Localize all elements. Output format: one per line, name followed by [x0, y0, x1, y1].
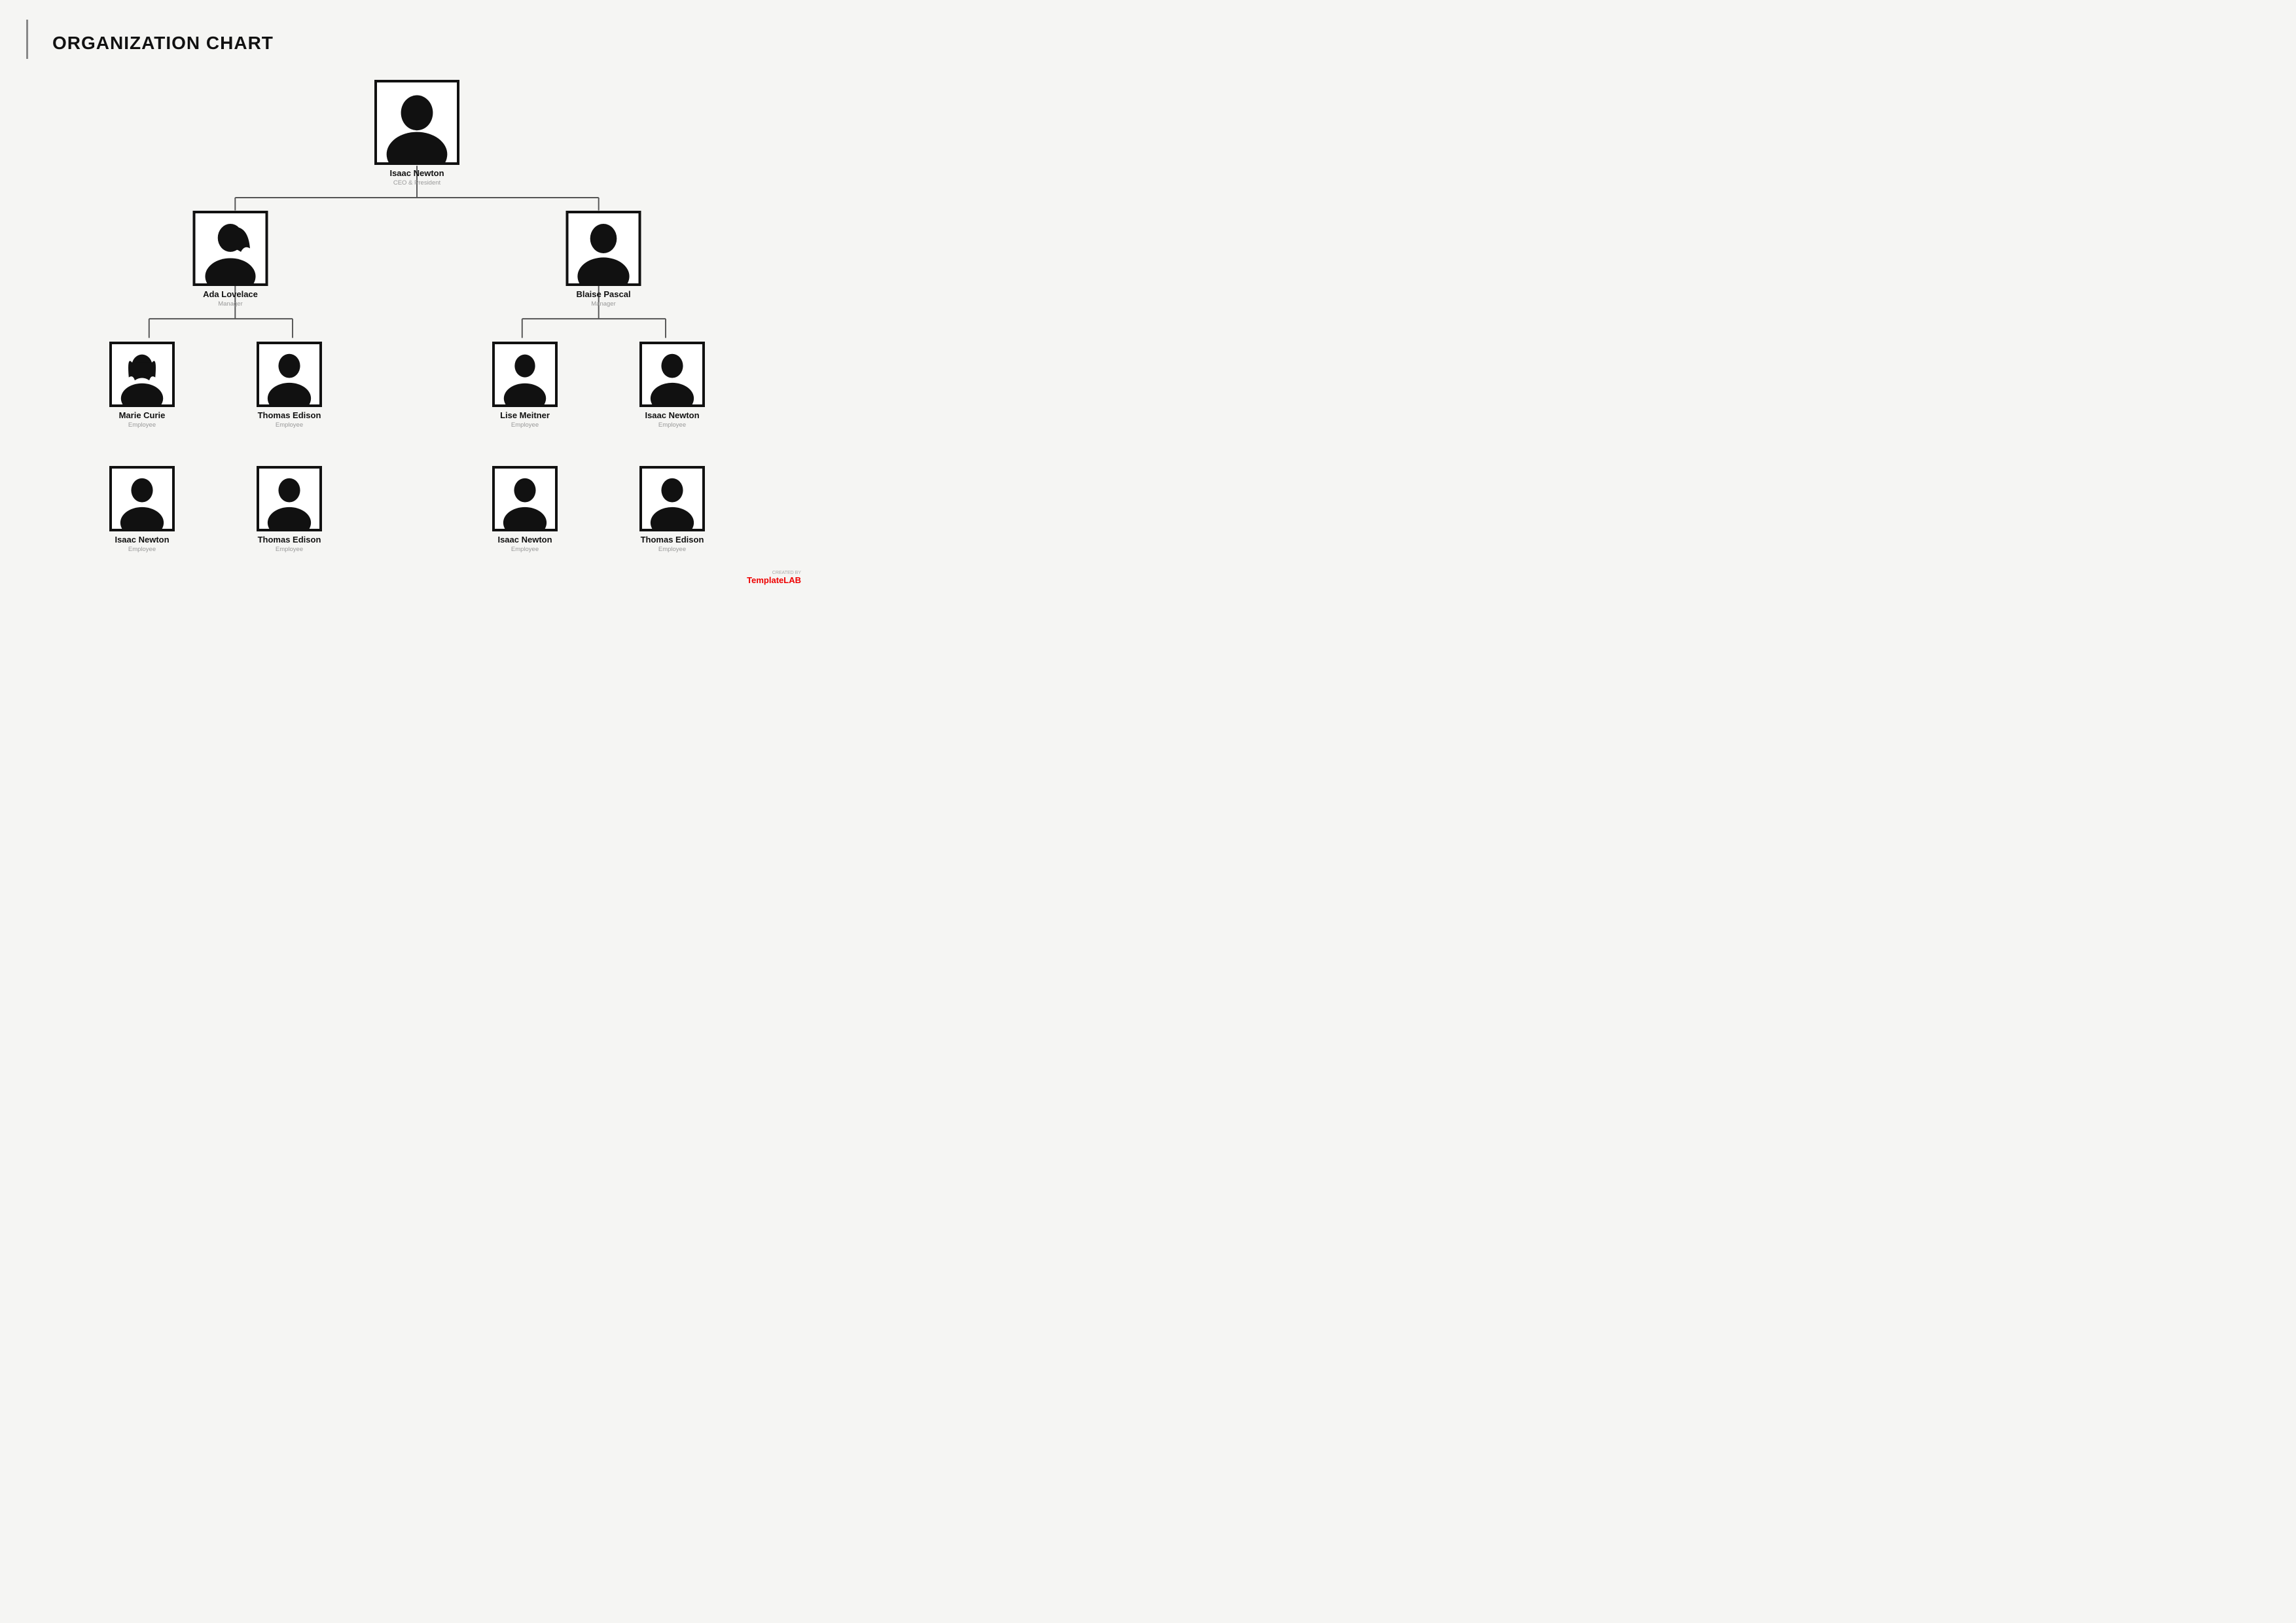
- avatar-emp5: [109, 466, 175, 531]
- role-ceo: CEO & President: [389, 179, 444, 187]
- role-emp4: Employee: [645, 421, 699, 429]
- label-emp3: Lise Meitner Employee: [500, 410, 550, 429]
- node-emp1: Marie Curie Employee: [109, 342, 175, 429]
- avatar-icon-emp8: [642, 469, 702, 529]
- role-manager2: Manager: [576, 300, 630, 308]
- avatar-emp6: [257, 466, 322, 531]
- page-title: ORGANIZATION CHART: [52, 33, 795, 54]
- name-manager2: Blaise Pascal: [576, 289, 630, 300]
- avatar-emp2: [257, 342, 322, 407]
- name-ceo: Isaac Newton: [389, 168, 444, 179]
- name-emp8: Thomas Edison: [641, 535, 704, 545]
- node-manager1: Ada Lovelace Manager: [193, 211, 268, 308]
- avatar-icon-ceo: [377, 82, 457, 162]
- label-emp4: Isaac Newton Employee: [645, 410, 699, 429]
- avatar-manager1: [193, 211, 268, 286]
- role-emp5: Employee: [115, 546, 169, 553]
- avatar-ceo: [374, 80, 459, 165]
- role-emp7: Employee: [497, 546, 552, 553]
- watermark-brand: TemplateLAB: [747, 578, 801, 584]
- name-emp4: Isaac Newton: [645, 410, 699, 421]
- label-emp2: Thomas Edison Employee: [258, 410, 321, 429]
- avatar-emp1: [109, 342, 175, 407]
- label-manager2: Blaise Pascal Manager: [576, 289, 630, 308]
- avatar-icon-emp4: [642, 344, 702, 404]
- nodes-layer: Isaac Newton CEO & President Ada Lo: [44, 73, 790, 571]
- avatar-emp7: [492, 466, 558, 531]
- node-emp2: Thomas Edison Employee: [257, 342, 322, 429]
- label-emp8: Thomas Edison Employee: [641, 535, 704, 553]
- avatar-icon-emp5: [112, 469, 172, 529]
- label-manager1: Ada Lovelace Manager: [203, 289, 258, 308]
- avatar-icon-emp1: [112, 344, 172, 404]
- watermark-created-by: CREATED BY: [747, 571, 801, 575]
- node-ceo: Isaac Newton CEO & President: [374, 80, 459, 187]
- name-emp6: Thomas Edison: [258, 535, 321, 545]
- avatar-icon-emp2: [259, 344, 319, 404]
- avatar-emp3: [492, 342, 558, 407]
- avatar-icon-manager2: [569, 213, 639, 283]
- role-emp1: Employee: [119, 421, 166, 429]
- watermark-brand-text: TemplateLAB: [747, 575, 801, 585]
- role-manager1: Manager: [203, 300, 258, 308]
- label-emp7: Isaac Newton Employee: [497, 535, 552, 553]
- label-emp6: Thomas Edison Employee: [258, 535, 321, 553]
- role-emp3: Employee: [500, 421, 550, 429]
- avatar-manager2: [566, 211, 641, 286]
- node-emp6: Thomas Edison Employee: [257, 466, 322, 553]
- org-chart: Isaac Newton CEO & President Ada Lo: [44, 73, 790, 571]
- role-emp6: Employee: [258, 546, 321, 553]
- node-emp5: Isaac Newton Employee: [109, 466, 175, 553]
- left-border-accent: [26, 20, 28, 59]
- avatar-icon-emp6: [259, 469, 319, 529]
- avatar-emp4: [639, 342, 705, 407]
- node-manager2: Blaise Pascal Manager: [566, 211, 641, 308]
- avatar-icon-emp7: [495, 469, 555, 529]
- label-emp5: Isaac Newton Employee: [115, 535, 169, 553]
- avatar-emp8: [639, 466, 705, 531]
- node-emp8: Thomas Edison Employee: [639, 466, 705, 553]
- role-emp8: Employee: [641, 546, 704, 553]
- page: ORGANIZATION CHART: [0, 0, 821, 597]
- avatar-icon-emp3: [495, 344, 555, 404]
- watermark: CREATED BY TemplateLAB: [747, 571, 801, 585]
- name-emp1: Marie Curie: [119, 410, 166, 421]
- name-emp7: Isaac Newton: [497, 535, 552, 545]
- name-emp2: Thomas Edison: [258, 410, 321, 421]
- name-emp3: Lise Meitner: [500, 410, 550, 421]
- role-emp2: Employee: [258, 421, 321, 429]
- node-emp7: Isaac Newton Employee: [492, 466, 558, 553]
- name-manager1: Ada Lovelace: [203, 289, 258, 300]
- label-ceo: Isaac Newton CEO & President: [389, 168, 444, 187]
- node-emp4: Isaac Newton Employee: [639, 342, 705, 429]
- label-emp1: Marie Curie Employee: [119, 410, 166, 429]
- node-emp3: Lise Meitner Employee: [492, 342, 558, 429]
- name-emp5: Isaac Newton: [115, 535, 169, 545]
- avatar-icon-manager1: [196, 213, 266, 283]
